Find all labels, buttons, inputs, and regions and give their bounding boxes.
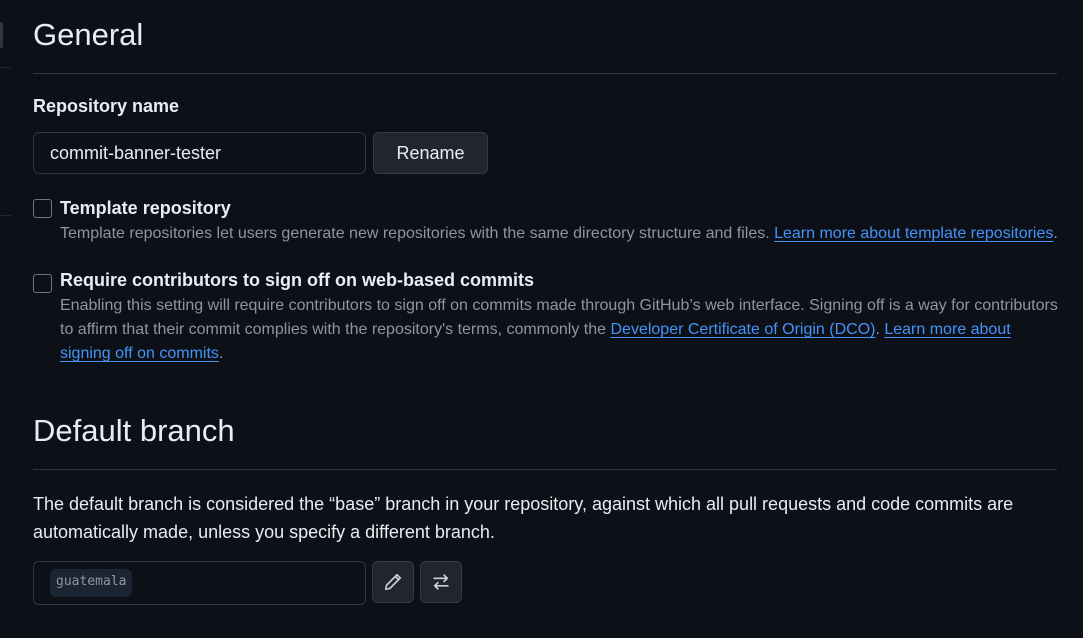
- pencil-icon: [383, 572, 403, 592]
- section-divider: [33, 469, 1057, 470]
- template-repository-title: Template repository: [60, 198, 231, 218]
- branch-name-chip: guatemala: [50, 569, 133, 597]
- section-title-default-branch: Default branch: [33, 413, 235, 448]
- repository-name-input[interactable]: commit-banner-tester: [33, 132, 366, 174]
- switch-branch-button[interactable]: [420, 561, 462, 603]
- section-divider: [33, 73, 1057, 74]
- nav-divider: [0, 215, 12, 216]
- arrow-switch-icon: [431, 572, 451, 592]
- template-desc-text: Template repositories let users generate…: [60, 225, 775, 242]
- template-desc-period: .: [1053, 225, 1058, 242]
- dco-link[interactable]: Developer Certificate of Origin (DCO): [611, 321, 876, 338]
- signoff-desc-period: .: [218, 345, 224, 362]
- default-branch-description: The default branch is considered the “ba…: [33, 494, 1014, 542]
- repository-name-label: Repository name: [33, 96, 180, 116]
- template-repository-checkbox[interactable]: [33, 199, 52, 218]
- section-title-general: General: [33, 17, 144, 52]
- signoff-checkbox[interactable]: [33, 274, 52, 293]
- template-repository-description: Template repositories let users generate…: [60, 222, 1060, 246]
- left-rail: [0, 0, 12, 638]
- default-branch-field: guatemala: [33, 561, 366, 605]
- signoff-description: Enabling this setting will require contr…: [60, 294, 1058, 366]
- template-learn-more-link[interactable]: Learn more about template repositories: [774, 225, 1053, 242]
- rename-branch-button[interactable]: [372, 561, 414, 603]
- signoff-title: Require contributors to sign off on web-…: [60, 270, 535, 290]
- rename-button[interactable]: Rename: [373, 132, 488, 174]
- nav-active-marker: [0, 22, 3, 48]
- nav-divider: [0, 67, 12, 68]
